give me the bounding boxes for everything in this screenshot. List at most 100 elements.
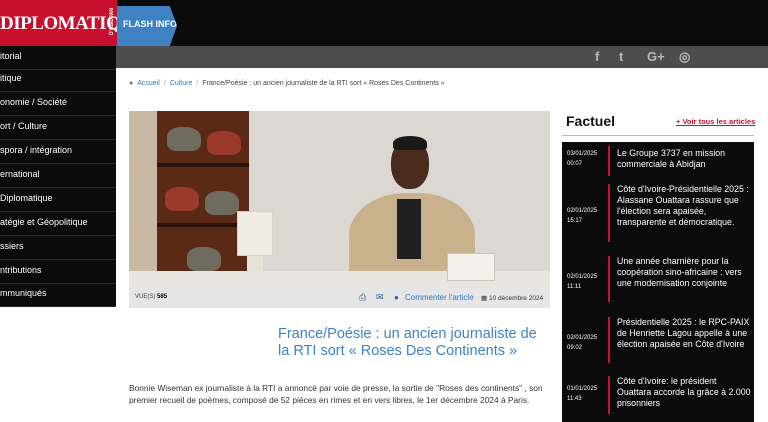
factuel-item-day: 01/01/2025 — [567, 386, 598, 392]
breadcrumb-current: France/Poésie : un ancien journaliste de… — [202, 80, 445, 87]
sidebar-item-sport-culture[interactable]: ort / Culture — [0, 116, 116, 140]
article-date-text: 10 décembre 2024 — [488, 295, 544, 302]
breadcrumb: ● Accueil / Culture / France/Poésie : un anci… — [129, 80, 549, 96]
factuel-item-date: 02/01/2025 15:17 — [567, 206, 597, 226]
factuel-item-marker — [608, 256, 610, 302]
factuel-item-marker — [608, 146, 610, 176]
factuel-item[interactable]: 03/01/2025 00:07 Le Groupe 3737 en missio… — [562, 146, 754, 180]
factuel-item-marker — [608, 317, 610, 363]
cabinet-shelf — [157, 223, 249, 227]
calendar-icon: ▦ — [481, 295, 488, 302]
photo-lamp — [237, 211, 273, 256]
sidebar-item-diaspora[interactable]: spora / intégration — [0, 140, 116, 164]
elephant-figurine — [167, 127, 201, 151]
factuel-item-time: 11:43 — [567, 396, 582, 402]
sidebar-item-international[interactable]: ernational — [0, 164, 116, 188]
photo-wall — [129, 111, 157, 288]
sidebar-item-economie[interactable]: onomie / Société — [0, 92, 116, 116]
factuel-item[interactable]: 02/01/2025 15:17 Côte d'Ivoire-Présidenti… — [562, 184, 754, 246]
factuel-item-day: 02/01/2025 — [567, 274, 598, 280]
sidebar-item-label: ssiers — [0, 241, 24, 251]
social-bar: f t G+ ◎ — [116, 46, 768, 68]
sidebar-item-label: Diplomatique — [0, 193, 53, 203]
article-photo[interactable] — [129, 111, 550, 288]
breadcrumb-separator: / — [196, 80, 199, 87]
sidebar-item-label: itorial — [0, 51, 22, 61]
factuel-item-time: 09:02 — [567, 345, 583, 351]
breadcrumb-section[interactable]: Culture — [170, 80, 193, 87]
person-cap — [393, 136, 427, 150]
factuel-item-date: 02/01/2025 11:11 — [567, 272, 597, 292]
factuel-item-day: 02/01/2025 — [567, 335, 598, 341]
google-plus-icon[interactable]: G+ — [647, 49, 665, 64]
sidebar-item-diplomatique[interactable]: Diplomatique — [0, 188, 116, 212]
sidebar-nav: itorial itique onomie / Société ort / Cu… — [0, 46, 116, 307]
factuel-item-date: 03/01/2025 00:07 — [567, 149, 597, 169]
factuel-item-time: 11:11 — [567, 284, 582, 290]
person-shirt — [397, 199, 421, 259]
factuel-item[interactable]: 01/01/2025 11:43 Côte d'Ivoire: le présid… — [562, 376, 754, 416]
top-bar: DIPLOMATIQUE D'ABIDJAN FLASH INFO — [0, 0, 768, 46]
flash-info-label: FLASH INFO — [123, 19, 177, 29]
location-pin-icon: ● — [129, 80, 134, 87]
factuel-item-date: 01/01/2025 11:43 — [567, 384, 597, 404]
breadcrumb-home[interactable]: Accueil — [137, 80, 160, 87]
email-icon[interactable]: ✉ — [376, 292, 384, 303]
factuel-item-title: Une année charnière pour la coopération … — [617, 256, 742, 288]
article-meta-bar: VUE(S) 585 ⎙ ✉ ● Commenter l'article ▦ 1… — [129, 288, 550, 308]
comment-link[interactable]: Commenter l'article — [405, 293, 474, 302]
sidebar-item-politique[interactable]: itique — [0, 68, 116, 92]
elephant-figurine — [165, 187, 199, 211]
elephant-figurine — [205, 191, 239, 215]
factuel-item-time: 00:07 — [567, 161, 583, 167]
factuel-item-day: 02/01/2025 — [567, 208, 598, 214]
facebook-icon[interactable]: f — [595, 49, 599, 64]
factuel-item-title: Le Groupe 3737 en mission commerciale à … — [617, 148, 726, 169]
sidebar-item-label: mmuniqués — [0, 288, 47, 298]
sidebar-item-dossiers[interactable]: ssiers — [0, 236, 116, 260]
factuel-item[interactable]: 02/01/2025 09:02 Présidentielle 2025 : le… — [562, 317, 754, 367]
factuel-item-title: Présidentielle 2025 : le RPC-PAIX de Hen… — [617, 317, 750, 349]
factuel-item-time: 15:17 — [567, 218, 583, 224]
factuel-item-marker — [608, 184, 610, 242]
views-value: 585 — [157, 294, 168, 300]
factuel-item-date: 02/01/2025 09:02 — [567, 333, 597, 353]
site-logo[interactable]: DIPLOMATIQUE D'ABIDJAN — [0, 0, 146, 46]
factuel-divider — [562, 135, 754, 136]
sidebar-item-communiques[interactable]: mmuniqués — [0, 283, 116, 307]
article-headline: France/Poésie : un ancien journaliste de… — [278, 326, 537, 359]
sidebar-item-label: atégie et Géopolitique — [0, 217, 88, 227]
factuel-title: Factuel — [566, 113, 616, 129]
sidebar-item-strategie[interactable]: atégie et Géopolitique — [0, 212, 116, 236]
see-all-articles-link[interactable]: + Voir tous les articles — [676, 117, 755, 126]
photo-books — [447, 253, 495, 281]
sidebar-item-contributions[interactable]: ntributions — [0, 260, 116, 284]
factuel-item-day: 03/01/2025 — [567, 151, 598, 157]
logo-subtitle: D'ABIDJAN — [109, 8, 115, 36]
sidebar-item-editorial[interactable]: itorial — [0, 46, 116, 70]
article-date: ▦ 10 décembre 2024 — [481, 294, 543, 302]
elephant-figurine — [187, 247, 221, 271]
sidebar-item-label: ntributions — [0, 265, 42, 275]
print-icon[interactable]: ⎙ — [359, 292, 366, 303]
instagram-icon[interactable]: ◎ — [679, 49, 690, 65]
sidebar-item-label: onomie / Société — [0, 97, 68, 107]
photo-cabinet — [157, 111, 249, 288]
breadcrumb-separator: / — [163, 80, 166, 87]
flash-info-tab[interactable]: FLASH INFO — [117, 6, 177, 46]
views-count: VUE(S) 585 — [135, 294, 167, 300]
article-body: Bonnie Wiseman ex journaliste à la RTI a… — [129, 383, 543, 405]
factuel-list: 03/01/2025 00:07 Le Groupe 3737 en missio… — [562, 142, 754, 422]
factuel-item-marker — [608, 376, 610, 414]
cabinet-shelf — [157, 163, 249, 167]
factuel-item-title: Côte d'Ivoire-Présidentielle 2025 : Alas… — [617, 184, 749, 227]
sidebar-item-label: itique — [0, 73, 22, 83]
sidebar-item-label: spora / intégration — [0, 145, 73, 155]
factuel-item[interactable]: 02/01/2025 11:11 Une année charnière pour… — [562, 256, 754, 306]
comment-icon[interactable]: ● — [394, 293, 399, 302]
views-label: VUE(S) — [135, 294, 156, 300]
elephant-figurine — [207, 131, 241, 155]
sidebar-item-label: ernational — [0, 169, 40, 179]
factuel-item-title: Côte d'Ivoire: le président Ouattara acc… — [617, 376, 751, 408]
twitter-icon[interactable]: t — [619, 49, 623, 64]
